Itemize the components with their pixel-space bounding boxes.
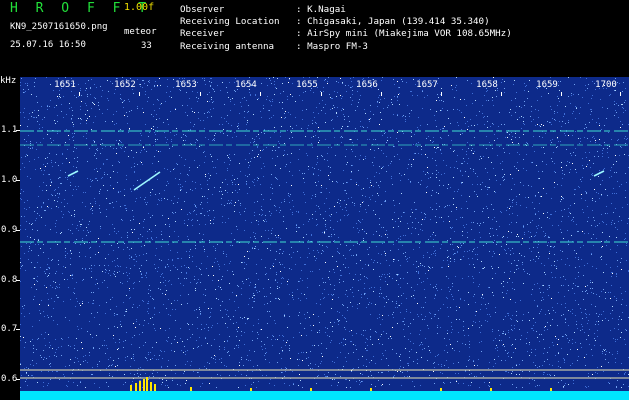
file-name: KN9_2507161650.png xyxy=(10,22,108,32)
x-tick-label: 1657 xyxy=(416,80,438,90)
signal-spike xyxy=(130,385,132,391)
y-tick-label: 0.8 xyxy=(1,275,18,285)
x-tick-label: 1656 xyxy=(356,80,378,90)
y-axis: 1.1 1.0 0.9 0.8 0.7 0.6 xyxy=(0,84,20,400)
signal-spike xyxy=(440,388,442,391)
station-info: Observer: K.Nagai Receiving Location: Ch… xyxy=(180,4,512,53)
y-tick-label: 0.7 xyxy=(1,324,18,334)
signal-level-band xyxy=(20,391,629,400)
y-tick-mark xyxy=(16,180,20,181)
y-tick-label: 1.1 xyxy=(1,125,18,135)
noise-layer xyxy=(20,77,629,388)
y-tick-mark xyxy=(16,280,20,281)
x-tick-mark xyxy=(381,92,382,96)
timestamp: 25.07.16 16:50 xyxy=(10,40,86,50)
signal-spike xyxy=(490,388,492,391)
signal-spike xyxy=(190,387,192,391)
signal-spike xyxy=(310,388,312,391)
x-tick-mark xyxy=(501,92,502,96)
signal-spike xyxy=(154,384,156,391)
x-tick-label: 1653 xyxy=(175,80,197,90)
header-panel: H R O F F T 1.00f KN9_2507161650.png met… xyxy=(0,0,629,77)
meteor-count: 33 xyxy=(141,41,152,51)
x-tick-mark xyxy=(139,92,140,96)
mode-label: meteor xyxy=(124,27,157,37)
x-tick-label: 1700 xyxy=(595,80,617,90)
signal-spike xyxy=(143,379,145,391)
x-tick-label: 1659 xyxy=(536,80,558,90)
y-tick-mark xyxy=(16,230,20,231)
y-tick-label: 0.6 xyxy=(1,374,18,384)
info-row-receiver: Receiver: AirSpy mini (Miakejima VOR 108… xyxy=(180,28,512,40)
signal-spike xyxy=(139,381,141,391)
signal-spike xyxy=(150,382,152,391)
version-label: 1.00f xyxy=(124,2,155,13)
x-tick-mark xyxy=(200,92,201,96)
y-tick-label: 1.0 xyxy=(1,175,18,185)
spectrogram-plot xyxy=(20,77,629,400)
meteor-echo xyxy=(593,170,605,177)
signal-spike xyxy=(250,388,252,391)
x-tick-mark xyxy=(79,92,80,96)
y-tick-mark xyxy=(16,379,20,380)
meteor-echo xyxy=(67,170,79,177)
x-tick-label: 1652 xyxy=(114,80,136,90)
y-tick-mark xyxy=(16,329,20,330)
x-tick-mark xyxy=(321,92,322,96)
x-tick-mark xyxy=(441,92,442,96)
x-tick-mark xyxy=(620,92,621,96)
y-tick-mark xyxy=(16,130,20,131)
x-tick-label: 1658 xyxy=(476,80,498,90)
x-tick-label: 1655 xyxy=(296,80,318,90)
x-tick-label: 1651 xyxy=(54,80,76,90)
info-row-observer: Observer: K.Nagai xyxy=(180,4,346,15)
x-tick-mark xyxy=(260,92,261,96)
spectrogram-canvas xyxy=(20,77,629,400)
y-tick-label: 0.9 xyxy=(1,225,18,235)
x-tick-mark xyxy=(561,92,562,96)
info-row-antenna: Receiving antenna: Maspro FM-3 xyxy=(180,40,368,52)
signal-spike xyxy=(146,377,148,391)
signal-spike xyxy=(370,388,372,391)
x-tick-label: 1654 xyxy=(235,80,257,90)
signal-spike xyxy=(550,388,552,391)
info-row-location: Receiving Location: Chigasaki, Japan (13… xyxy=(180,16,490,28)
signal-spike xyxy=(135,383,137,391)
